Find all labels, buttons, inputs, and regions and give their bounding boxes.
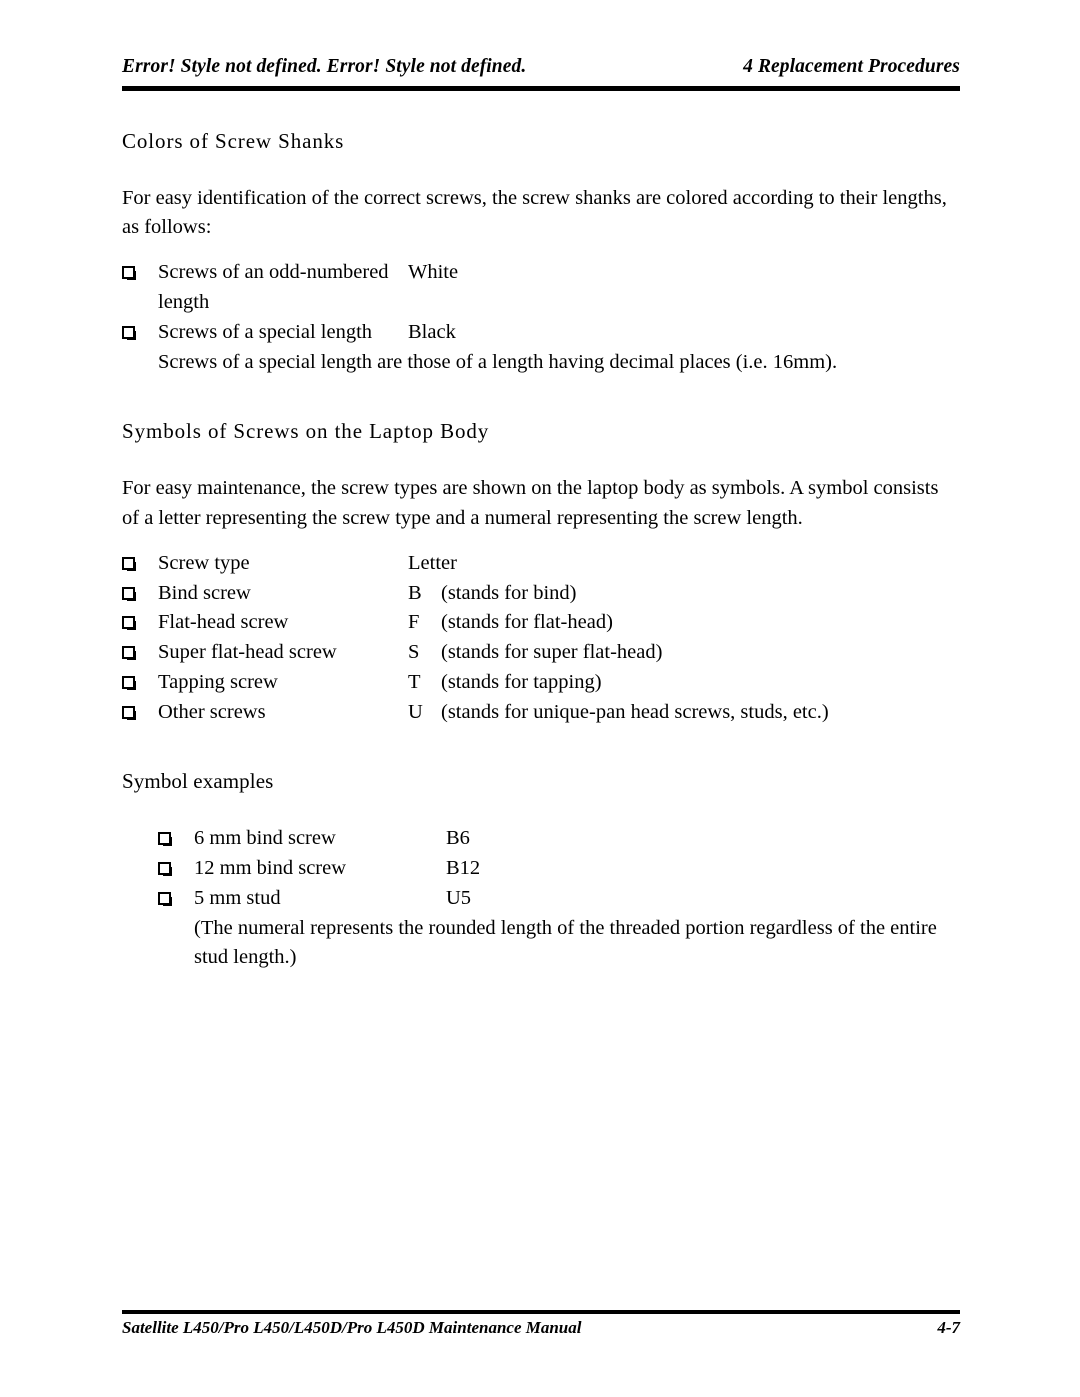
screw-type-label: Flat-head screw <box>158 611 289 634</box>
running-footer: Satellite L450/Pro L450/L450D/Pro L450D … <box>122 1318 960 1338</box>
screw-letter-desc: (stands for unique-pan head screws, stud… <box>441 701 829 724</box>
heading-symbol-examples: Symbol examples <box>122 769 274 794</box>
header-right-text: 4 Replacement Procedures <box>743 56 960 77</box>
screw-letter-desc: (stands for tapping) <box>441 671 602 694</box>
table-row: Bind screw B (stands for bind) <box>122 579 960 609</box>
list-item-value: White <box>408 261 459 284</box>
bullet-square-icon <box>158 824 194 854</box>
bullet-square-icon <box>122 549 158 579</box>
bullet-square-icon <box>122 668 158 698</box>
note-special-length: Screws of a special length are those of … <box>158 351 838 374</box>
screw-letter: F <box>408 611 420 634</box>
example-label: 12 mm bind screw <box>194 857 347 880</box>
note-numeral-meaning: (The numeral represents the rounded leng… <box>194 917 937 969</box>
list-item-label: Screws of a special length <box>158 321 373 344</box>
screw-type-label: Tapping screw <box>158 671 278 694</box>
list-symbol-examples: 6 mm bind screw B6 12 mm bind screw B12 … <box>158 824 960 914</box>
table-row: Super flat-head screw S (stands for supe… <box>122 638 960 668</box>
list-item-value: Black <box>408 321 456 344</box>
screw-letter: U <box>408 701 423 724</box>
footer-page-number: 4-7 <box>937 1318 960 1337</box>
screw-letter: S <box>408 641 420 664</box>
screw-letter: Letter <box>408 551 457 574</box>
screw-type-label: Super flat-head screw <box>158 641 337 664</box>
table-row: Flat-head screw F (stands for flat-head) <box>122 608 960 638</box>
document-page: Error! Style not defined. Error! Style n… <box>0 0 1080 1397</box>
header-rule <box>122 86 960 91</box>
bullet-square-icon <box>122 318 158 348</box>
bullet-square-icon <box>122 579 158 609</box>
footer-rule <box>122 1310 960 1314</box>
list-item: Screws of a special length Black <box>122 318 960 348</box>
heading-colors-of-screw-shanks: Colors of Screw Shanks <box>122 129 345 153</box>
list-item: 5 mm stud U5 <box>158 884 960 914</box>
heading-symbols-of-screws: Symbols of Screws on the Laptop Body <box>122 419 490 444</box>
list-screw-shank-colors: Screws of an odd-numbered length White S… <box>122 258 960 348</box>
bullet-square-icon <box>158 854 194 884</box>
table-row: Tapping screw T (stands for tapping) <box>122 668 960 698</box>
example-symbol: B12 <box>446 857 481 880</box>
screw-type-label: Bind screw <box>158 581 251 604</box>
screw-letter-desc: (stands for bind) <box>441 581 577 604</box>
example-symbol: B6 <box>446 827 470 850</box>
footer-manual-title: Satellite L450/Pro L450/L450D/Pro L450D … <box>122 1318 582 1337</box>
screw-letter: B <box>408 581 422 604</box>
example-label: 5 mm stud <box>194 887 281 910</box>
header-left-text: Error! Style not defined. Error! Style n… <box>122 56 527 77</box>
running-header: Error! Style not defined. Error! Style n… <box>122 56 960 78</box>
bullet-square-icon <box>122 258 158 288</box>
screw-letter-desc: (stands for super flat-head) <box>441 641 663 664</box>
list-item: 6 mm bind screw B6 <box>158 824 960 854</box>
screw-type-label: Other screws <box>158 701 266 724</box>
group-symbol-examples: 6 mm bind screw B6 12 mm bind screw B12 … <box>122 824 960 972</box>
table-row: Other screws U (stands for unique-pan he… <box>122 698 960 728</box>
bullet-square-icon <box>158 884 194 914</box>
bullet-square-icon <box>122 608 158 638</box>
screw-letter-desc: (stands for flat-head) <box>441 611 613 634</box>
paragraph-symbols-intro: For easy maintenance, the screw types ar… <box>122 477 939 529</box>
table-row: Screw type Letter <box>122 549 960 579</box>
list-item: Screws of an odd-numbered length White <box>122 258 960 318</box>
list-item-label: Screws of an odd-numbered length <box>158 261 389 314</box>
bullet-square-icon <box>122 638 158 668</box>
list-item: 12 mm bind screw B12 <box>158 854 960 884</box>
list-screw-type-symbols: Screw type Letter Bind screw B (stands f… <box>122 549 960 729</box>
example-symbol: U5 <box>446 887 472 910</box>
screw-letter: T <box>408 671 421 694</box>
screw-type-label: Screw type <box>158 551 250 574</box>
bullet-square-icon <box>122 698 158 728</box>
paragraph-colors-intro: For easy identification of the correct s… <box>122 187 947 239</box>
example-label: 6 mm bind screw <box>194 827 336 850</box>
page-content: Colors of Screw Shanks For easy identifi… <box>122 128 960 972</box>
